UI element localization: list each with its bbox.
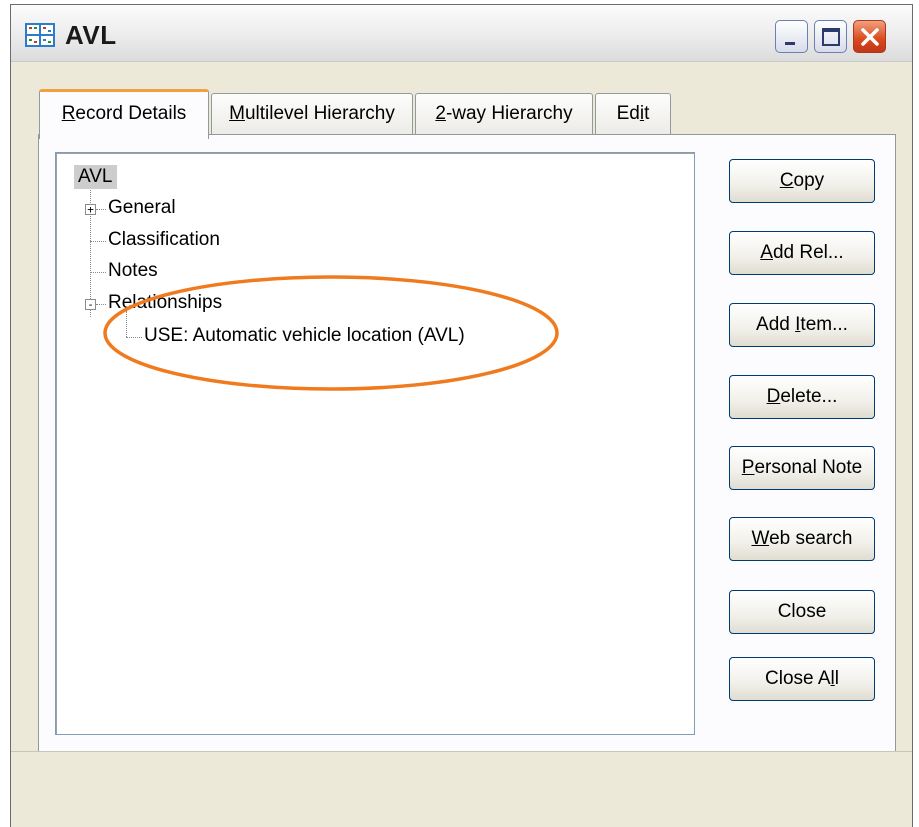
tree-connector <box>126 311 127 337</box>
tree-connector <box>96 304 106 305</box>
collapse-icon[interactable]: - <box>85 299 96 310</box>
title-bar[interactable]: AVL <box>11 5 912 62</box>
expand-icon[interactable]: + <box>85 204 96 215</box>
tree-connector <box>96 209 106 210</box>
tree-item-notes[interactable]: Notes <box>108 260 158 282</box>
app-grid-icon <box>25 23 55 47</box>
tree-item-relationships[interactable]: Relationships <box>108 292 222 314</box>
tab-strip: Record Details Multilevel Hierarchy 2-wa… <box>39 89 739 139</box>
tree-item-general[interactable]: General <box>108 197 176 219</box>
tree-connector <box>90 272 106 273</box>
status-divider <box>11 751 912 752</box>
add-rel-button[interactable]: Add Rel... <box>729 231 875 275</box>
tab-record-details[interactable]: Record Details <box>39 89 209 139</box>
copy-button[interactable]: Copy <box>729 159 875 203</box>
tab-2way-hierarchy[interactable]: 2-way Hierarchy <box>415 93 593 135</box>
tree-connector <box>126 337 142 338</box>
tab-multilevel-hierarchy[interactable]: Multilevel Hierarchy <box>211 93 413 135</box>
minimize-button[interactable] <box>775 20 808 53</box>
minimize-icon <box>785 42 795 45</box>
tree-connector <box>90 241 106 242</box>
app-window: AVL Record Details Multilevel Hierarchy … <box>10 4 913 827</box>
close-icon <box>861 28 879 46</box>
delete-button[interactable]: Delete... <box>729 375 875 419</box>
add-item-button[interactable]: Add Item... <box>729 303 875 347</box>
tree-root-avl[interactable]: AVL <box>74 165 117 189</box>
tree-item-classification[interactable]: Classification <box>108 229 220 251</box>
window-title: AVL <box>65 20 117 50</box>
maximize-icon <box>822 28 840 46</box>
maximize-button[interactable] <box>814 20 847 53</box>
tab-edit[interactable]: Edit <box>595 93 671 135</box>
close-button[interactable]: Close <box>729 590 875 634</box>
record-tree[interactable]: AVL + General Classification Notes - Rel… <box>55 152 695 735</box>
close-all-button[interactable]: Close All <box>729 657 875 701</box>
close-window-button[interactable] <box>853 20 886 53</box>
web-search-button[interactable]: Web search <box>729 517 875 561</box>
tree-item-use-relationship[interactable]: USE: Automatic vehicle location (AVL) <box>144 325 465 347</box>
personal-note-button[interactable]: Personal Note <box>729 446 875 490</box>
